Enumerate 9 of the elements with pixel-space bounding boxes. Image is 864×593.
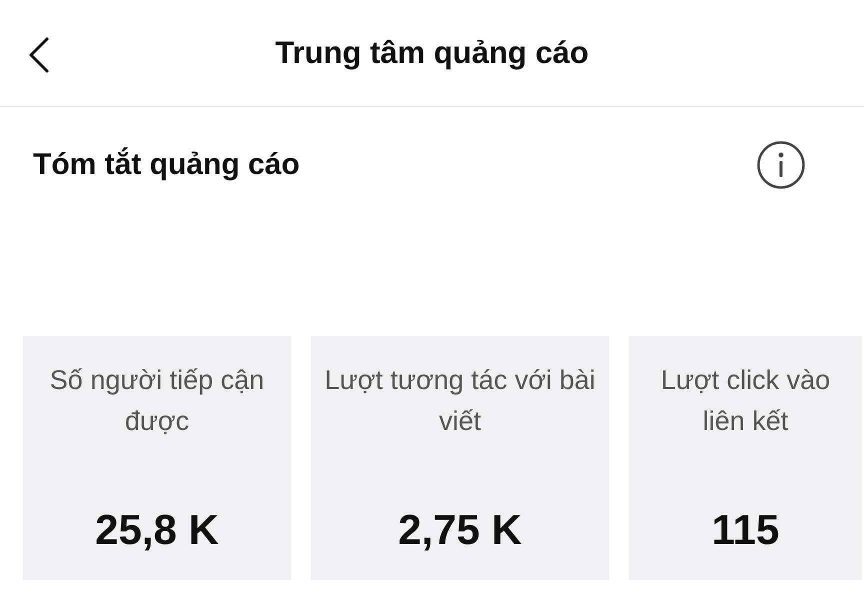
- info-icon[interactable]: [756, 140, 806, 190]
- stat-label: Số người tiếp cận được: [48, 364, 266, 438]
- section-title: Tóm tắt quảng cáo: [33, 148, 300, 182]
- stat-label: Lượt click vào liên kết: [660, 364, 832, 438]
- stat-value: 25,8 K: [95, 506, 219, 554]
- stat-value: 115: [712, 506, 780, 554]
- page-title: Trung tâm quảng cáo: [275, 35, 589, 71]
- stat-label: Lượt tương tác với bài viết: [324, 364, 596, 438]
- stat-value: 2,75 K: [398, 506, 522, 554]
